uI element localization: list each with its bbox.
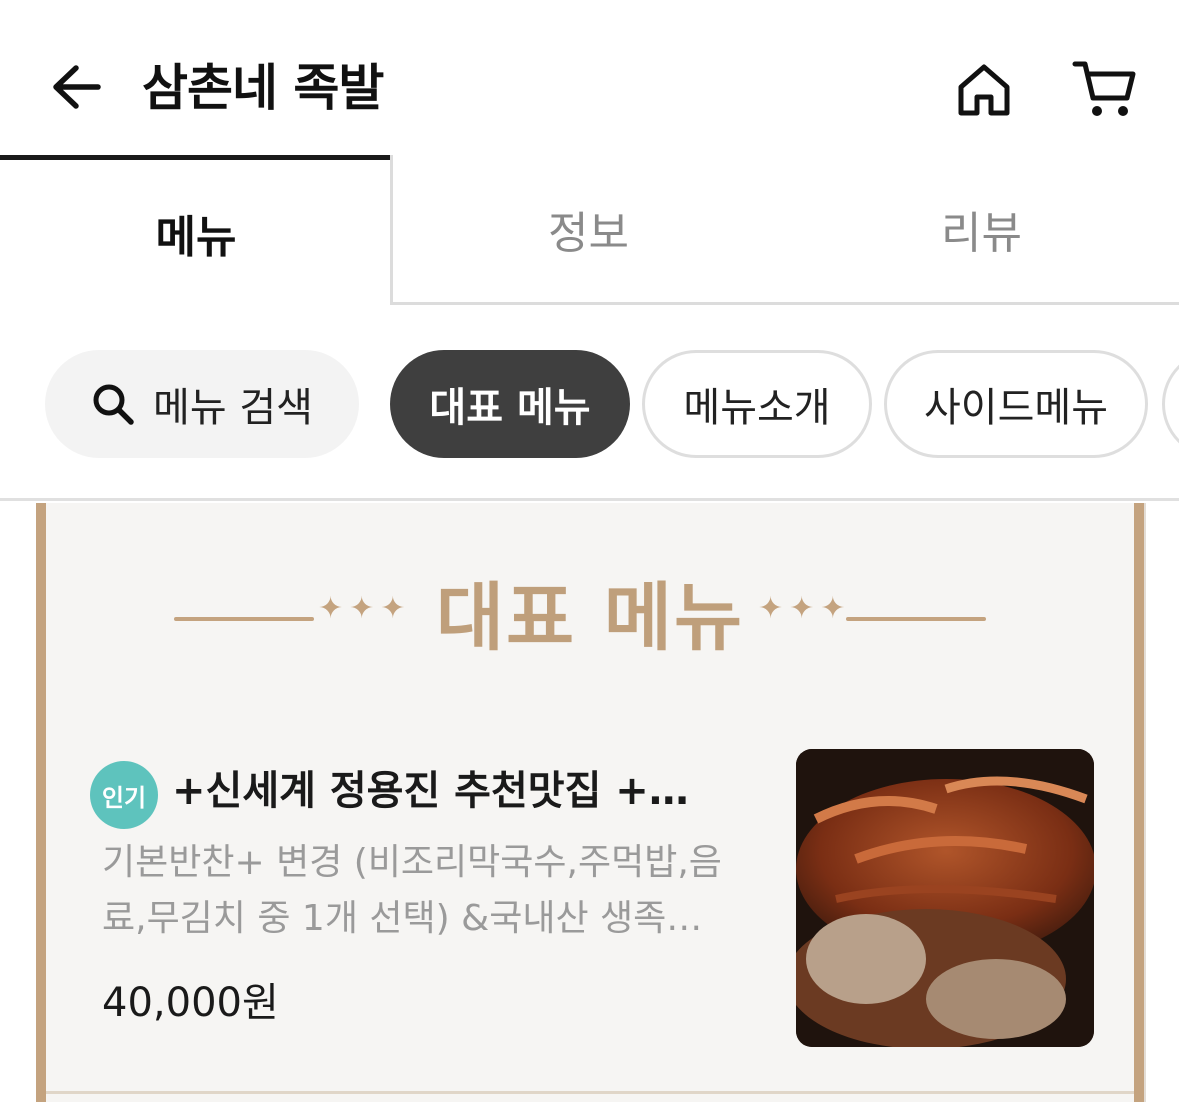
chip-menu-intro[interactable]: 메뉴소개 xyxy=(642,350,872,458)
panel-edge xyxy=(1144,503,1158,1102)
arrow-left-icon xyxy=(48,60,102,118)
menu-search-button[interactable]: 메뉴 검색 xyxy=(45,350,359,458)
sparkle-icon: ✦✦✦ xyxy=(758,591,852,626)
section-divider xyxy=(0,498,1179,501)
store-title: 삼촌네 족발 xyxy=(142,59,384,117)
menu-item-price: 40,000원 xyxy=(102,980,279,1026)
tab-bar: 메뉴 정보 리뷰 xyxy=(0,155,1179,305)
home-icon xyxy=(955,61,1013,123)
tab-menu[interactable]: 메뉴 xyxy=(0,155,392,305)
menu-item-name: +신세계 정용진 추천맛집 +… xyxy=(172,768,689,814)
cart-icon xyxy=(1071,58,1137,124)
menu-filter-bar: 메뉴 검색 대표 메뉴 메뉴소개 사이드메뉴 xyxy=(0,340,1179,470)
section-heading: ✦✦✦ 대표 메뉴 ✦✦✦ xyxy=(46,573,1134,663)
back-button[interactable] xyxy=(44,58,106,120)
menu-search-label: 메뉴 검색 xyxy=(153,385,313,431)
tab-info[interactable]: 정보 xyxy=(390,155,784,305)
app-header: 삼촌네 족발 xyxy=(0,0,1179,160)
chip-more[interactable] xyxy=(1162,350,1179,458)
menu-item-description: 기본반찬+ 변경 (비조리막국수,주먹밥,음료,무김치 중 1개 선택) &국내… xyxy=(102,842,722,939)
home-button[interactable] xyxy=(952,60,1016,124)
ornament-line-right xyxy=(846,617,986,621)
chip-side-menu[interactable]: 사이드메뉴 xyxy=(884,350,1148,458)
featured-menu-panel: ✦✦✦ 대표 메뉴 ✦✦✦ 인기 +신세계 정용진 추천맛집 +… 기본반찬+ … xyxy=(36,503,1144,1102)
menu-item[interactable]: 인기 +신세계 정용진 추천맛집 +… 기본반찬+ 변경 (비조리막국수,주먹밥… xyxy=(46,743,1134,1063)
chip-featured-menu[interactable]: 대표 메뉴 xyxy=(390,350,630,458)
popular-badge: 인기 xyxy=(90,761,158,829)
cart-button[interactable] xyxy=(1068,58,1140,124)
item-divider xyxy=(46,1091,1134,1094)
tab-reviews[interactable]: 리뷰 xyxy=(784,155,1179,305)
search-icon xyxy=(91,382,135,426)
menu-item-photo xyxy=(796,749,1094,1047)
